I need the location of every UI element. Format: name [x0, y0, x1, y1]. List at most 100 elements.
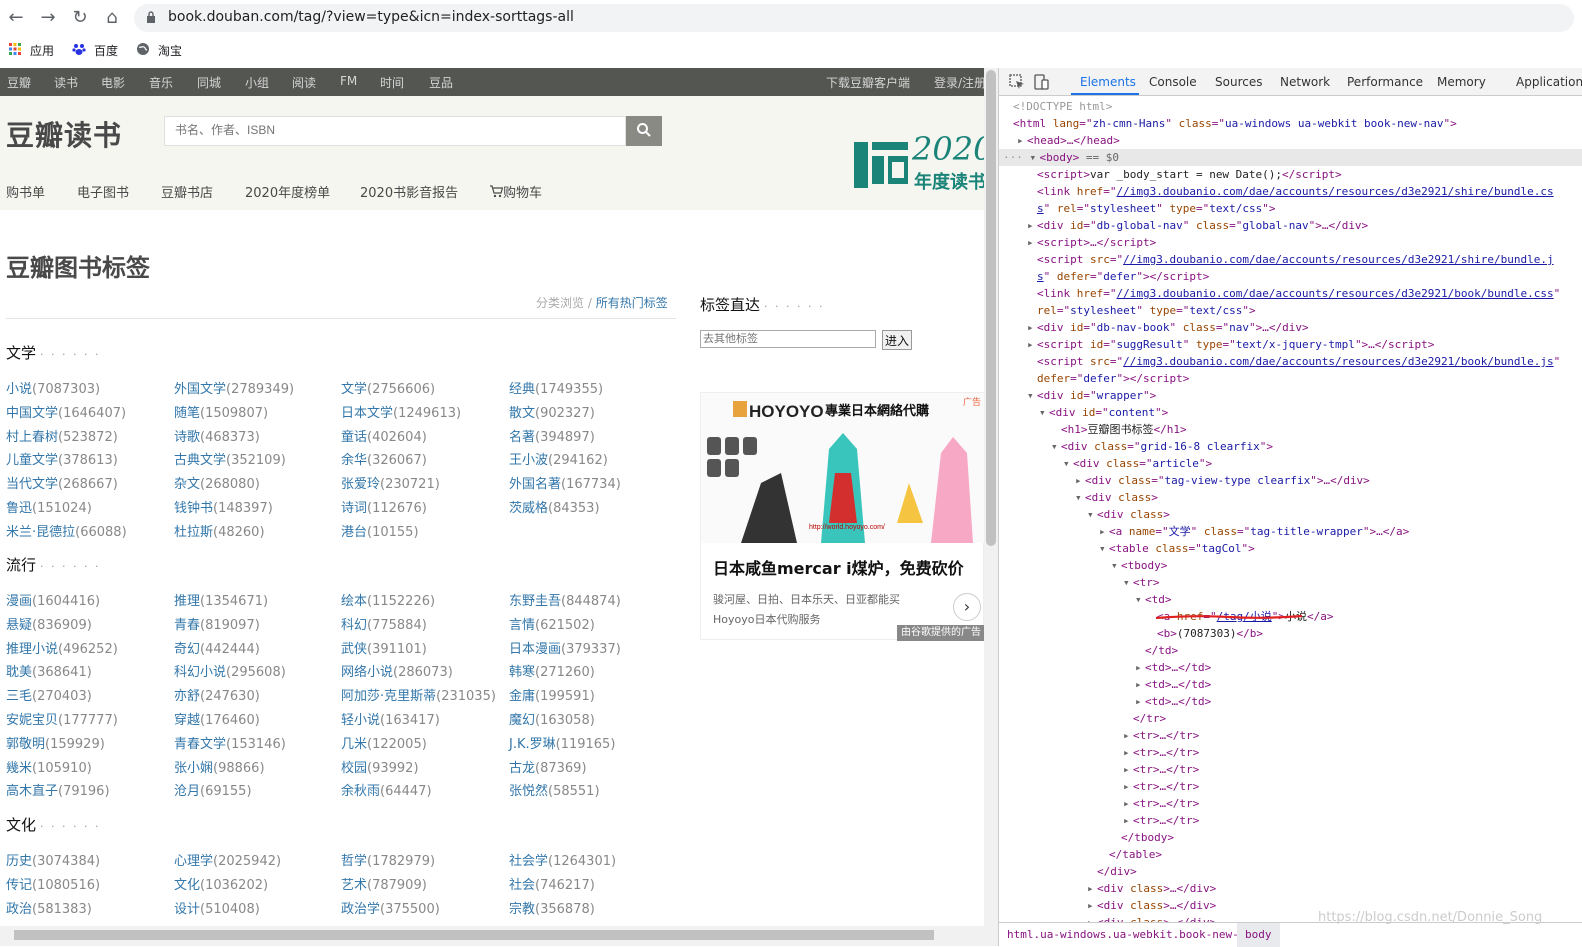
tag-link[interactable]: 高木直子(79196): [6, 780, 110, 799]
tag-name[interactable]: 哲学: [341, 854, 367, 869]
tag-name[interactable]: 艺术: [341, 878, 367, 893]
tag-name[interactable]: 随笔: [174, 406, 200, 421]
dom-node[interactable]: </tbody>: [999, 829, 1582, 846]
tag-name[interactable]: 轻小说: [341, 713, 380, 728]
annual-report-banner[interactable]: 2020 年度读书: [852, 130, 984, 193]
global-nav-item[interactable]: 时间: [380, 74, 404, 91]
collapse-triangle-icon[interactable]: ▾: [1039, 404, 1049, 421]
expand-triangle-icon[interactable]: ▸: [1087, 914, 1097, 922]
global-nav-item[interactable]: 豆瓣: [7, 74, 31, 91]
tag-name[interactable]: 郭敬明: [6, 737, 45, 752]
dom-node[interactable]: ▸ <td>…</td>: [999, 659, 1582, 676]
dom-node[interactable]: ▸ <head>…</head>: [999, 132, 1582, 149]
tag-link[interactable]: 幾米(105910): [6, 757, 92, 776]
tag-name[interactable]: 高木直子: [6, 784, 58, 799]
collapse-triangle-icon[interactable]: ▾: [1135, 591, 1145, 608]
subnav-annual-list[interactable]: 2020年度榜单: [245, 182, 330, 201]
tag-link[interactable]: 王小波(294162): [509, 449, 608, 468]
tag-link[interactable]: 历史(3074384): [6, 850, 100, 869]
dom-node[interactable]: ▸ <script>…</script>: [999, 234, 1582, 251]
tag-name[interactable]: 魔幻: [509, 713, 535, 728]
tag-link[interactable]: 诗词(112676): [341, 497, 427, 516]
global-nav-item[interactable]: 豆品: [429, 74, 453, 91]
devtools-tab-console[interactable]: Console: [1149, 75, 1197, 89]
dom-node[interactable]: ▸ <tr>…</tr>: [999, 744, 1582, 761]
dom-node[interactable]: ▾ <td>: [999, 591, 1582, 608]
download-app-link[interactable]: 下载豆瓣客户端: [826, 74, 910, 91]
tag-name[interactable]: 鲁迅: [6, 501, 32, 516]
address-bar[interactable]: book.douban.com/tag/?view=type&icn=index…: [134, 4, 1574, 32]
dom-node[interactable]: rel="stylesheet" type="text/css">: [999, 302, 1582, 319]
subnav-annual-report[interactable]: 2020书影音报告: [360, 182, 458, 201]
tag-name[interactable]: 心理学: [174, 854, 213, 869]
tag-link[interactable]: 安妮宝贝(177777): [6, 709, 118, 728]
global-nav-item[interactable]: 电影: [101, 74, 125, 91]
bookmark-baidu[interactable]: 百度: [94, 42, 118, 59]
tag-link[interactable]: 中国文学(1646407): [6, 402, 126, 421]
subnav-cart[interactable]: 购物车: [490, 182, 542, 201]
tag-link[interactable]: 校园(93992): [341, 757, 419, 776]
tag-link[interactable]: 茨威格(84353): [509, 497, 600, 516]
devtools-tab-memory[interactable]: Memory: [1437, 75, 1486, 89]
collapse-triangle-icon[interactable]: ▾: [1075, 489, 1085, 506]
dom-node[interactable]: <h1>豆瓣图书标签</h1>: [999, 421, 1582, 438]
expand-triangle-icon[interactable]: ▸: [1027, 234, 1037, 251]
expand-triangle-icon[interactable]: ▸: [1135, 659, 1145, 676]
tag-name[interactable]: 金庸: [509, 689, 535, 704]
collapse-triangle-icon[interactable]: ▾: [1051, 438, 1061, 455]
dom-node[interactable]: ▸ <script id="suggResult" type="text/x-jq…: [999, 336, 1582, 353]
tag-name[interactable]: 穿越: [174, 713, 200, 728]
dom-node[interactable]: ▸ <tr>…</tr>: [999, 727, 1582, 744]
ad-headline[interactable]: 日本咸鱼mercar i煤炉，免费砍价: [713, 555, 964, 579]
tag-link[interactable]: 绘本(1152226): [341, 590, 435, 609]
page-horizontal-scrollbar[interactable]: [0, 926, 998, 946]
tag-link[interactable]: 推理(1354671): [174, 590, 268, 609]
tag-name[interactable]: 杂文: [174, 477, 200, 492]
expand-triangle-icon[interactable]: ▸: [1017, 132, 1027, 149]
tag-name[interactable]: 沧月: [174, 784, 200, 799]
dom-node[interactable]: ▸ <a name="文学" class="tag-title-wrapper">…: [999, 523, 1582, 540]
tag-link[interactable]: 米兰·昆德拉(66088): [6, 521, 127, 540]
tag-name[interactable]: 网络小说: [341, 665, 393, 680]
tag-name[interactable]: 绘本: [341, 594, 367, 609]
tag-link[interactable]: 杂文(268080): [174, 473, 260, 492]
dom-node[interactable]: ▸<div class>…</div>: [999, 880, 1582, 897]
global-nav-item[interactable]: 阅读: [292, 74, 316, 91]
tag-link[interactable]: 科幻(775884): [341, 614, 427, 633]
expand-triangle-icon[interactable]: ▸: [1087, 897, 1097, 914]
page-scroll-thumb[interactable]: [986, 70, 996, 546]
tag-name[interactable]: 言情: [509, 618, 535, 633]
tag-link[interactable]: 阿加莎·克里斯蒂(231035): [341, 685, 496, 704]
tag-link[interactable]: 散文(902327): [509, 402, 595, 421]
subnav-bookstore[interactable]: 豆瓣书店: [161, 182, 213, 201]
tag-name[interactable]: 幾米: [6, 761, 32, 776]
tag-link[interactable]: 诗歌(468373): [174, 426, 260, 445]
dom-node[interactable]: <script src="//img3.doubanio.com/dae/acc…: [999, 251, 1582, 268]
tag-link[interactable]: 郭敬明(159929): [6, 733, 105, 752]
dom-node[interactable]: <html lang="zh-cmn-Hans" class="ua-windo…: [999, 115, 1582, 132]
tag-link[interactable]: 言情(621502): [509, 614, 595, 633]
devtools-tab-elements[interactable]: Elements: [1080, 75, 1136, 89]
tag-link[interactable]: 外国名著(167734): [509, 473, 621, 492]
tag-link[interactable]: J.K.罗琳(119165): [509, 733, 615, 752]
tag-link[interactable]: 日本漫画(379337): [509, 638, 621, 657]
expand-triangle-icon[interactable]: ▸: [1123, 812, 1133, 829]
expand-triangle-icon[interactable]: ▸: [1123, 795, 1133, 812]
collapse-triangle-icon[interactable]: ▾: [1063, 455, 1073, 472]
expand-triangle-icon[interactable]: ▸: [1135, 676, 1145, 693]
tag-name[interactable]: 科幻小说: [174, 665, 226, 680]
tag-link[interactable]: 政治学(375500): [341, 898, 440, 917]
tag-link[interactable]: 漫画(1604416): [6, 590, 100, 609]
dom-node[interactable]: s" rel="stylesheet" type="text/css">: [999, 200, 1582, 217]
tag-name[interactable]: 张爱玲: [341, 477, 380, 492]
tag-jump-input[interactable]: [700, 330, 876, 348]
dom-node[interactable]: <!DOCTYPE html>: [999, 98, 1582, 115]
tag-name[interactable]: 外国文学: [174, 382, 226, 397]
tag-link[interactable]: 网络小说(286073): [341, 661, 453, 680]
dom-node[interactable]: ▸ <tr>…</tr>: [999, 795, 1582, 812]
page-hscroll-thumb[interactable]: [14, 930, 934, 940]
tag-name[interactable]: 社会: [509, 878, 535, 893]
tag-name[interactable]: 港台: [341, 525, 367, 540]
tag-link[interactable]: 传记(1080516): [6, 874, 100, 893]
expand-triangle-icon[interactable]: ▸: [1075, 472, 1085, 489]
